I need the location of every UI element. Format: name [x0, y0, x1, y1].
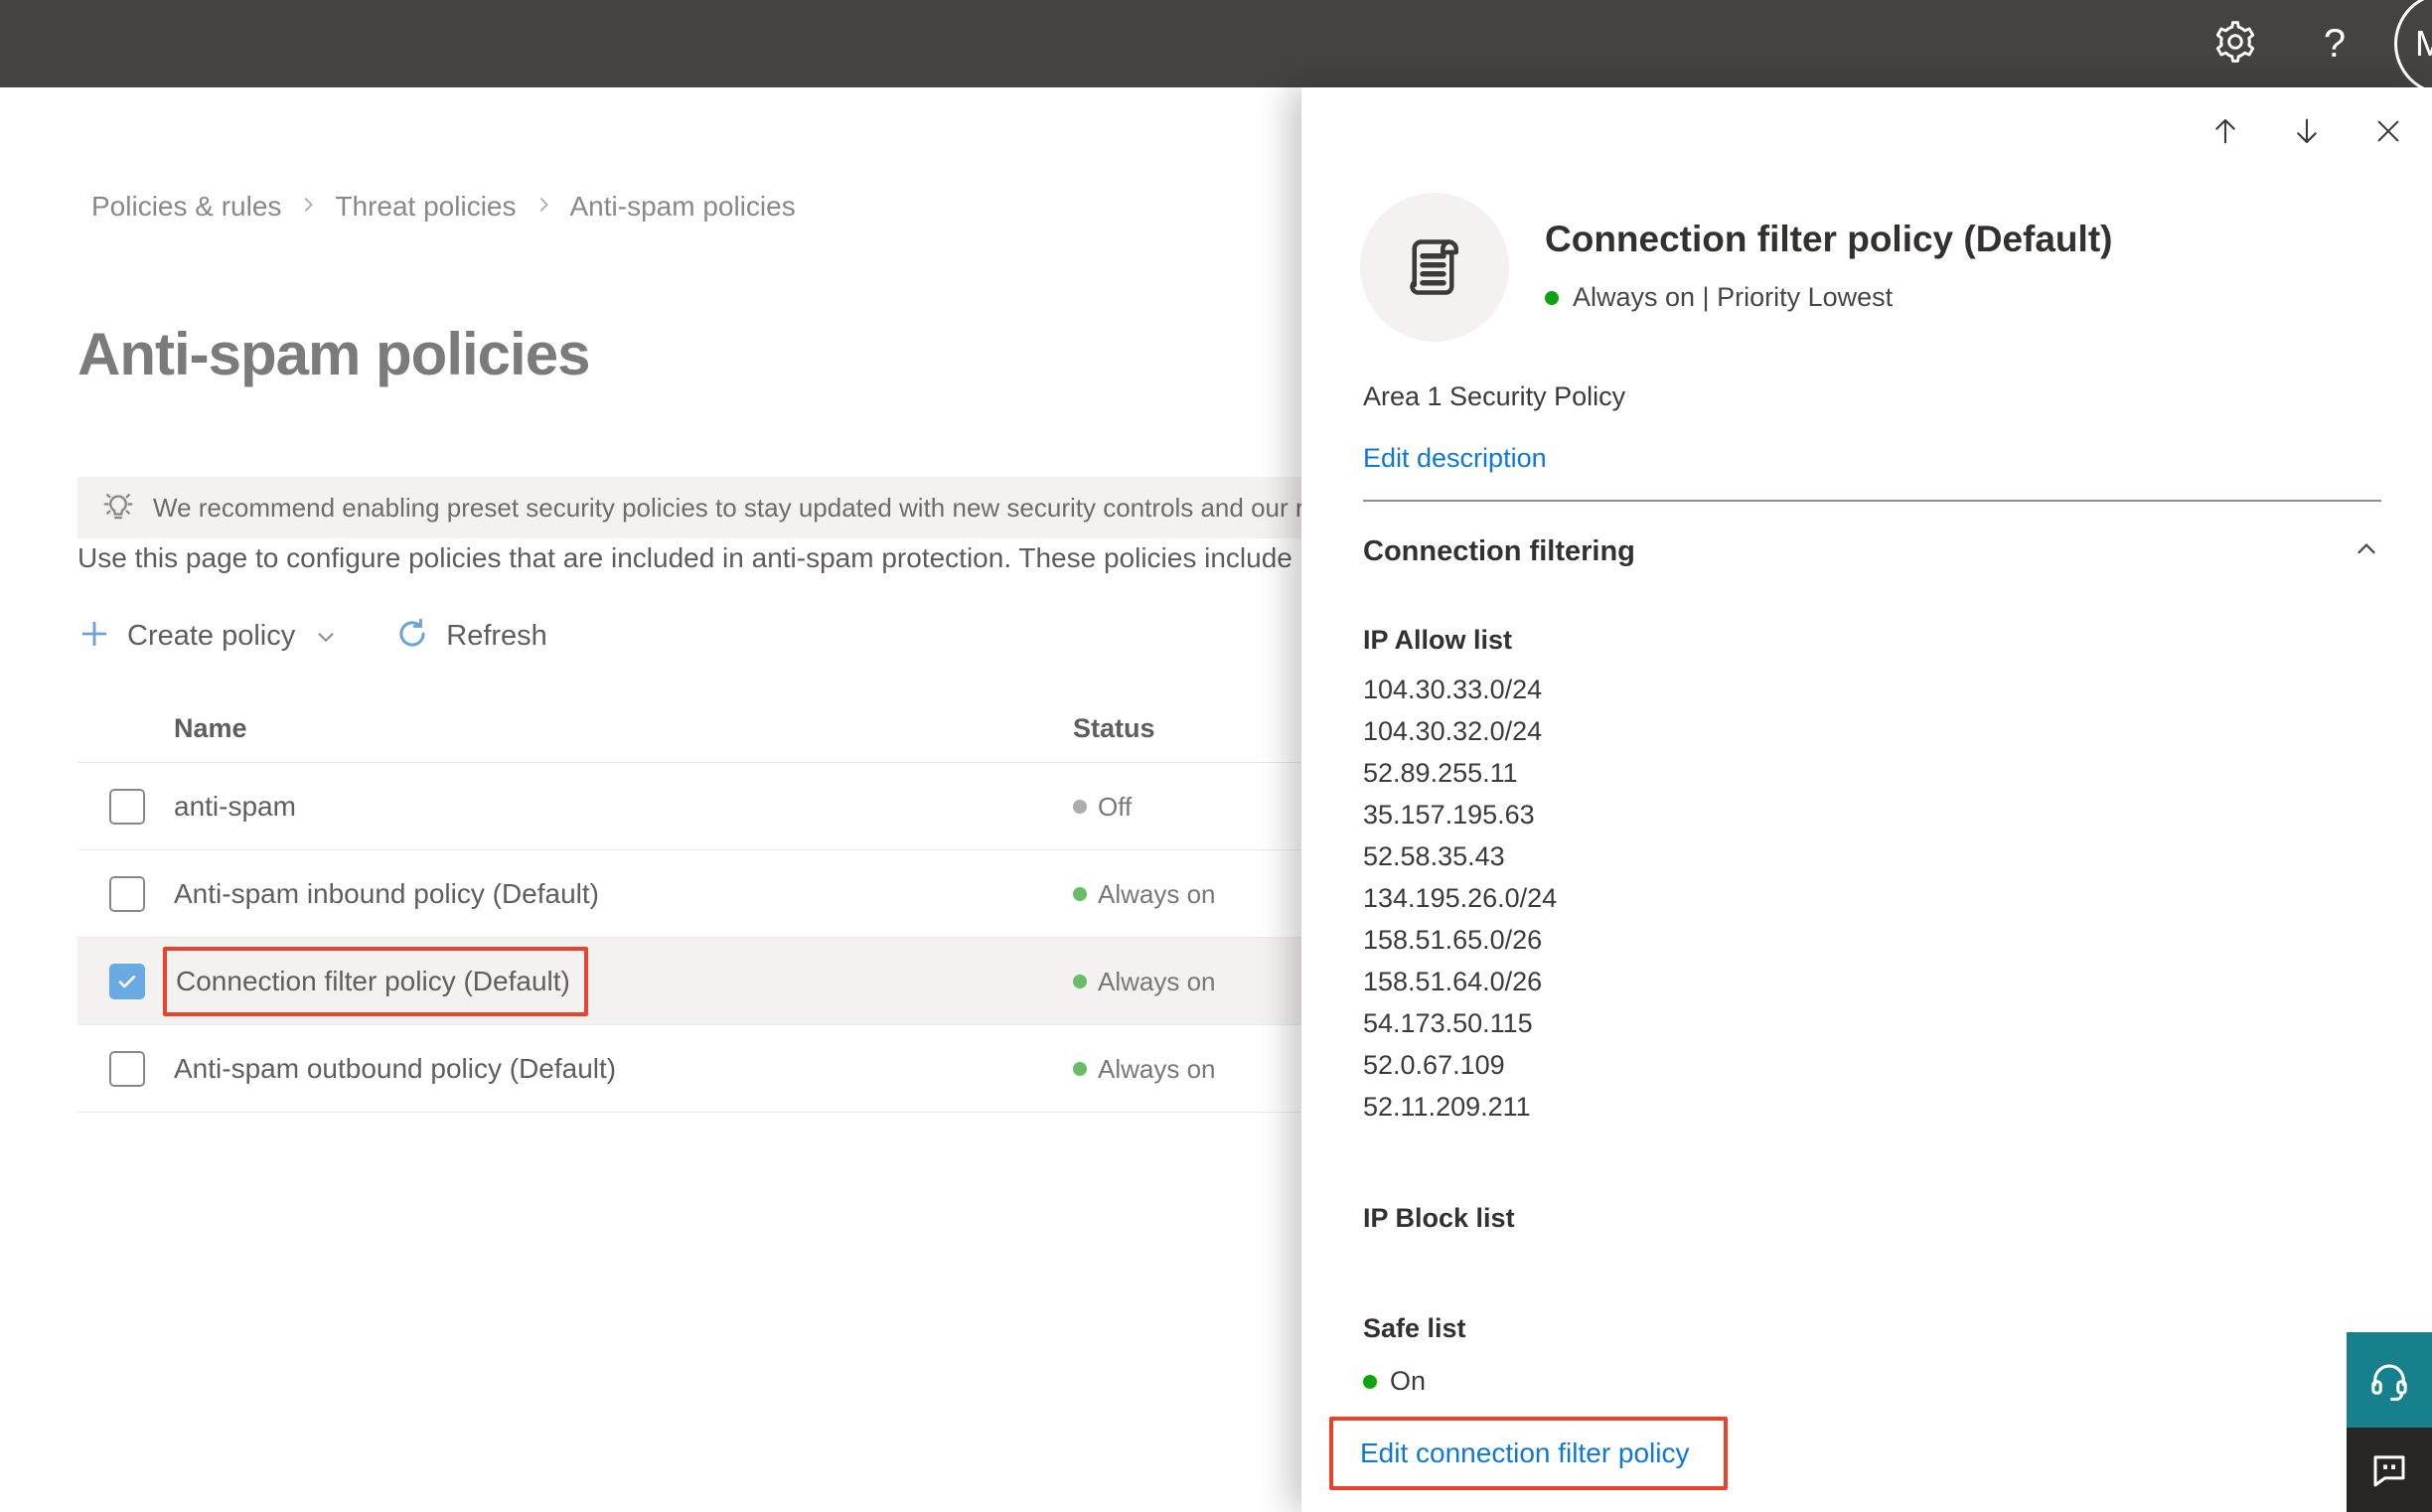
chevron-up-icon [2352, 534, 2381, 569]
recommendation-banner: We recommend enabling preset security po… [77, 477, 1301, 538]
flyout-header-text: Connection filter policy (Default) Alway… [1545, 193, 2112, 342]
plus-icon [77, 617, 111, 656]
table-row-connection-filter[interactable]: Connection filter policy (Default) Alway… [77, 938, 1301, 1025]
status-label: Always on [1098, 1053, 1216, 1084]
command-bar: Create policy Refresh [77, 612, 547, 660]
support-button[interactable] [2347, 1332, 2432, 1428]
edit-connection-filter-policy-link[interactable]: Edit connection filter policy [1360, 1437, 1690, 1468]
status-cell: Always on [1073, 1025, 1216, 1113]
ip-block-list-title: IP Block list [1363, 1203, 1515, 1233]
ip-entry: 134.195.26.0/24 [1363, 883, 1558, 913]
ip-entry: 104.30.33.0/24 [1363, 675, 1543, 704]
settings-button[interactable] [2204, 0, 2267, 87]
row-checkbox[interactable] [109, 876, 145, 912]
flyout-header: Connection filter policy (Default) Alway… [1360, 193, 2384, 342]
policies-table: Name Status anti-spam Off Anti-spam inbo… [77, 695, 1301, 1113]
table-row-anti-spam[interactable]: anti-spam Off [77, 763, 1301, 850]
table-header: Name Status [77, 695, 1301, 763]
ip-entry: 52.0.67.109 [1363, 1050, 1505, 1080]
ip-entry: 52.89.255.11 [1363, 758, 1518, 788]
flyout-title: Connection filter policy (Default) [1545, 219, 2113, 259]
chevron-right-icon [297, 191, 319, 223]
status-dot-on [1363, 1374, 1377, 1389]
ip-entry: 35.157.195.63 [1363, 800, 1535, 830]
status-dot-on [1073, 975, 1087, 988]
flyout-status-line: Always on | Priority Lowest [1545, 282, 2112, 313]
ip-entry: 52.11.209.211 [1363, 1092, 1531, 1122]
help-button[interactable]: ? [2303, 0, 2366, 87]
headset-icon [2371, 1364, 2407, 1401]
top-app-bar: ? M [0, 0, 2432, 87]
refresh-button[interactable]: Refresh [394, 616, 547, 657]
row-checkbox-checked[interactable] [109, 964, 145, 999]
page-title: Anti-spam policies [77, 321, 590, 387]
help-icon: ? [2323, 21, 2347, 66]
status-label: Always on [1098, 966, 1216, 996]
banner-text: We recommend enabling preset security po… [153, 492, 1301, 523]
ip-entry: 158.51.65.0/26 [1363, 925, 1543, 955]
safe-list-status-label: On [1390, 1366, 1427, 1396]
flyout-status-text: Always on | Priority Lowest [1573, 282, 1894, 312]
breadcrumb-threat-policies[interactable]: Threat policies [335, 191, 516, 223]
chevron-down-icon [313, 624, 339, 655]
safe-list-status: On [1363, 1366, 2384, 1397]
policy-details-flyout: Connection filter policy (Default) Alway… [1301, 87, 2432, 1512]
column-header-name[interactable]: Name [174, 713, 247, 744]
edit-description-link[interactable]: Edit description [1363, 443, 1547, 474]
policy-avatar [1360, 193, 1509, 342]
ip-entry: 52.58.35.43 [1363, 841, 1505, 871]
status-dot-on [1073, 887, 1087, 901]
table-row-anti-spam-inbound[interactable]: Anti-spam inbound policy (Default) Alway… [77, 850, 1301, 938]
account-avatar[interactable]: M [2394, 0, 2432, 87]
policy-name[interactable]: anti-spam [174, 763, 296, 850]
feedback-icon [2373, 1454, 2405, 1486]
feedback-button[interactable] [2347, 1428, 2432, 1512]
lightbulb-icon [99, 487, 137, 529]
safe-list-title: Safe list [1363, 1313, 1466, 1343]
breadcrumb-anti-spam-policies[interactable]: Anti-spam policies [570, 191, 796, 223]
connection-filtering-section-header[interactable]: Connection filtering [1363, 534, 2381, 569]
section-title: Connection filtering [1363, 535, 1635, 567]
status-label: Always on [1098, 878, 1216, 909]
status-dot-off [1073, 800, 1087, 814]
status-cell: Always on [1073, 850, 1216, 938]
policy-name-annotated[interactable]: Connection filter policy (Default) [163, 938, 588, 1025]
breadcrumb-policies-rules[interactable]: Policies & rules [91, 191, 281, 223]
chevron-right-icon [532, 191, 554, 223]
gear-icon [2212, 19, 2258, 70]
create-policy-label: Create policy [127, 619, 296, 652]
status-label: Off [1098, 791, 1133, 822]
policy-name[interactable]: Anti-spam inbound policy (Default) [174, 850, 599, 938]
status-dot-on [1545, 290, 1559, 305]
status-dot-on [1073, 1062, 1087, 1076]
status-cell: Off [1073, 763, 1132, 850]
column-header-status[interactable]: Status [1073, 713, 1155, 744]
row-checkbox[interactable] [109, 789, 145, 825]
screen: ? M Policies & rules Threat policies Ant… [0, 0, 2432, 1512]
breadcrumb: Policies & rules Threat policies Anti-sp… [91, 191, 796, 223]
policy-name: Connection filter policy (Default) [176, 966, 570, 996]
check-icon [118, 975, 136, 988]
refresh-label: Refresh [446, 619, 547, 652]
row-checkbox[interactable] [109, 1051, 145, 1087]
avatar-initial: M [2415, 23, 2432, 64]
ip-entry: 158.51.64.0/26 [1363, 967, 1543, 996]
annotation-box-policy-name: Connection filter policy (Default) [163, 947, 588, 1016]
create-policy-button[interactable]: Create policy [77, 617, 339, 656]
ip-entry: 54.173.50.115 [1363, 1008, 1533, 1038]
scroll-icon [1410, 239, 1458, 295]
policy-description: Area 1 Security Policy [1363, 381, 1626, 411]
divider [1363, 500, 2381, 502]
policy-name[interactable]: Anti-spam outbound policy (Default) [174, 1025, 616, 1113]
annotation-box-edit-link: Edit connection filter policy [1329, 1417, 1728, 1490]
status-cell: Always on [1073, 938, 1216, 1025]
flyout-body: Connection filter policy (Default) Alway… [1301, 87, 2432, 1512]
ip-allow-list: 104.30.33.0/24 104.30.32.0/24 52.89.255.… [1363, 669, 2384, 1128]
ip-allow-list-title: IP Allow list [1363, 625, 1513, 655]
table-row-anti-spam-outbound[interactable]: Anti-spam outbound policy (Default) Alwa… [77, 1025, 1301, 1113]
refresh-icon [394, 616, 430, 657]
page-description: Use this page to configure policies that… [77, 542, 1292, 573]
ip-entry: 104.30.32.0/24 [1363, 716, 1543, 746]
